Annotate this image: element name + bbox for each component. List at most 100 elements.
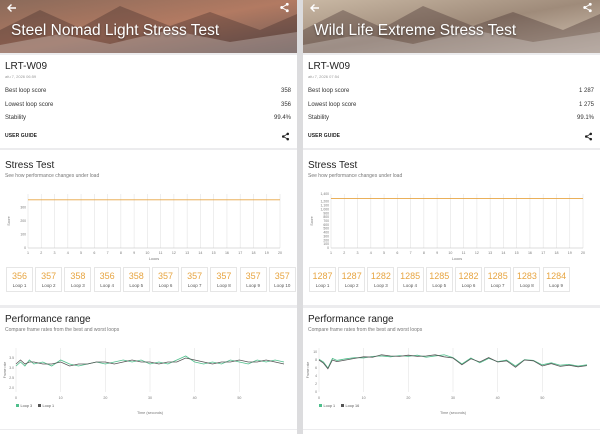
x-tick-label: 8 (423, 251, 425, 255)
y-tick-label: 700 (323, 219, 329, 223)
x-tick-label: 10 (362, 396, 366, 400)
x-tick-label: 13 (185, 251, 189, 255)
left-result-pane: Steel Nomad Light Stress Test LRT-W09 afu … (0, 0, 297, 434)
loop-label: Loop 7 (490, 283, 505, 288)
y-tick-label: 2 (315, 382, 317, 386)
x-tick-label: 20 (103, 396, 107, 400)
device-card: LRT-W09 afu 7, 2026 07:54 Best loop score 1… (303, 55, 600, 148)
x-tick-label: 11 (462, 251, 466, 255)
x-tick-label: 5 (383, 251, 385, 255)
loop-label: Loop 9 (246, 283, 260, 288)
loop-label: Loop 2 (344, 283, 359, 288)
x-tick-label: 1 (27, 251, 29, 255)
y-tick-label: 3.5 (9, 356, 14, 360)
share-icon[interactable] (281, 132, 290, 141)
next-card-edge (0, 430, 297, 434)
loop-label: Loop 2 (41, 283, 56, 288)
loop-label: Loop 1 (12, 283, 27, 288)
user-guide-link[interactable]: USER GUIDE (5, 133, 37, 139)
loop-score: 1285 (429, 271, 450, 281)
x-tick-label: 4 (67, 251, 69, 255)
loop-score-tile: 357 Loop 7 (181, 267, 209, 292)
loop-score-tile: 1287 Loop 1 (309, 267, 336, 292)
x-tick-label: 4 (370, 251, 372, 255)
y-tick-label: 300 (323, 234, 329, 238)
loop-score: 358 (70, 271, 86, 281)
y-tick-label: 900 (323, 211, 329, 215)
y-axis-label: Score (7, 216, 11, 225)
loop-score: 1285 (487, 271, 508, 281)
y-tick-label: 1,200 (321, 200, 330, 204)
lowest-loop-score-value: 356 (280, 102, 291, 108)
loop-score: 357 (245, 271, 261, 281)
performance-chart: 0 10 20 30 40 50 2.0 2.5 3.0 3.5Frame rate Loop 3 L… (3, 348, 285, 415)
back-arrow-icon[interactable] (6, 2, 18, 14)
test-date: afu 7, 2026 06:59 (5, 74, 37, 79)
loop-score-tile: 1282 Loop 3 (367, 267, 395, 292)
loop-label: Loop 6 (461, 283, 476, 288)
hero-banner: Wild Life Extreme Stress Test (303, 0, 600, 53)
loop-label: Loop 8 (520, 283, 534, 288)
x-axis-label: Loops (149, 257, 159, 260)
x-tick-label: 19 (568, 251, 572, 255)
y-axis-label: Frame rate (3, 362, 7, 379)
x-tick-label: 10 (448, 251, 452, 255)
loop-score-tile: 1285 Loop 4 (396, 267, 424, 292)
stability-label: Stability (5, 115, 27, 121)
loop-label: Loop 8 (217, 283, 231, 288)
loop-label: Loop 4 (403, 283, 417, 288)
y-tick-label: 6 (315, 366, 317, 370)
lowest-loop-score-label: Lowest loop score (5, 102, 54, 108)
x-tick-label: 1 (330, 251, 332, 255)
y-axis-label: Frame rate (306, 362, 310, 379)
legend-label: Loop 1 (43, 404, 55, 408)
loop-label: Loop 7 (187, 283, 202, 288)
share-icon[interactable] (279, 2, 290, 13)
y-tick-label: 800 (323, 215, 329, 219)
back-arrow-icon[interactable] (309, 2, 321, 14)
x-tick-label: 7 (107, 251, 109, 255)
best-loop-score-value: 358 (280, 88, 291, 94)
share-icon[interactable] (582, 2, 593, 13)
test-date: afu 7, 2026 07:54 (308, 74, 340, 79)
best-loop-score-value: 1 287 (578, 88, 594, 94)
best-loop-score-label: Best loop score (5, 88, 47, 94)
x-tick-label: 16 (225, 251, 229, 255)
y-tick-label: 0 (315, 390, 317, 394)
stability-label: Stability (308, 115, 330, 121)
hero-banner: Steel Nomad Light Stress Test (0, 0, 297, 53)
loop-score-tile: 357 Loop 8 (210, 267, 238, 292)
loop-score-tile: 357 Loop 6 (152, 267, 179, 292)
loop-label: Loop 5 (129, 283, 144, 288)
y-tick-label: 300 (20, 206, 26, 210)
loop-label: Loop 3 (374, 283, 388, 288)
x-tick-label: 0 (318, 396, 320, 400)
share-icon[interactable] (584, 132, 593, 141)
loop-score: 356 (99, 271, 115, 281)
x-tick-label: 2 (40, 251, 42, 255)
legend-label: Loop 1 (324, 404, 336, 408)
y-tick-label: 2.0 (9, 386, 14, 390)
y-tick-label: 200 (323, 238, 329, 242)
x-tick-label: 14 (501, 251, 505, 255)
x-tick-label: 0 (15, 396, 17, 400)
loop-score: 1282 (370, 271, 391, 281)
x-tick-label: 15 (515, 251, 519, 255)
lowest-loop-score-label: Lowest loop score (308, 102, 357, 108)
x-tick-label: 3 (54, 251, 56, 255)
next-card-edge (303, 430, 600, 434)
x-axis-label: Time (seconds) (137, 411, 164, 415)
user-guide-link[interactable]: USER GUIDE (308, 133, 340, 139)
x-tick-label: 9 (133, 251, 135, 255)
performance-chart: 0 10 20 30 40 50 0 2 4 6 8 10 Frame rate Loop 1 Loop 1… (306, 348, 588, 415)
loop-label: Loop 5 (432, 283, 447, 288)
best-loop-score-label: Best loop score (308, 88, 350, 94)
stress-test-card: Stress Test See how performance changes u… (303, 150, 600, 305)
x-tick-label: 7 (410, 251, 412, 255)
loop-label: Loop 9 (549, 283, 563, 288)
loop-label: Loop 4 (100, 283, 114, 288)
loop-label: Loop 3 (71, 283, 85, 288)
device-name: LRT-W09 (308, 61, 351, 72)
performance-range-card: Performance range Compare frame rates fro… (303, 308, 600, 429)
loop-score-tile: 1287 Loop 2 (338, 267, 366, 292)
